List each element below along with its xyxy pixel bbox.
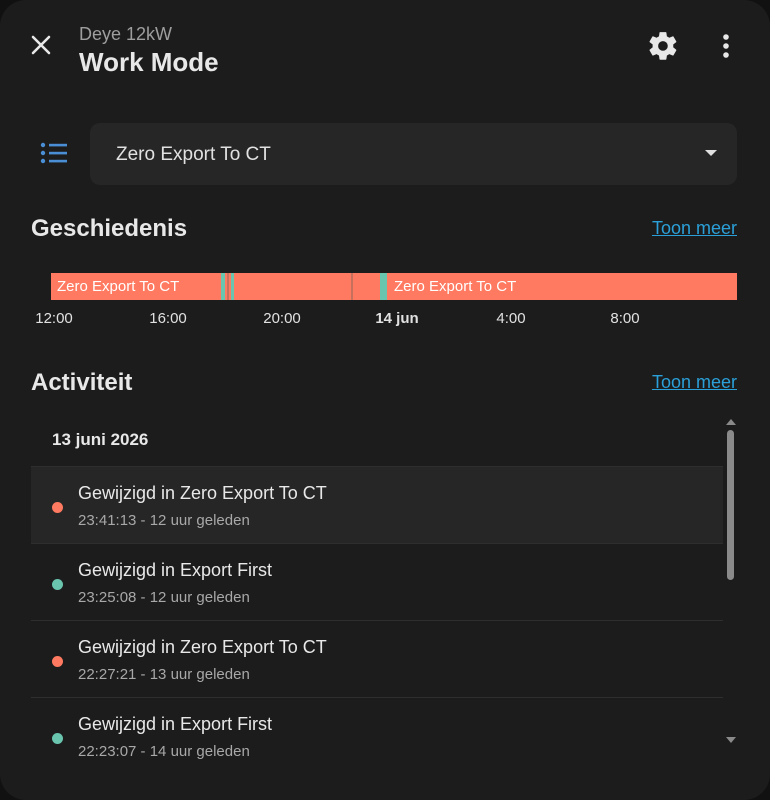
status-dot bbox=[52, 579, 63, 590]
list-icon bbox=[38, 140, 70, 168]
scrollbar-thumb[interactable] bbox=[727, 430, 734, 580]
history-title: Geschiedenis bbox=[31, 215, 188, 242]
log-time: 23:25:08 - 12 uur geleden bbox=[78, 589, 250, 606]
timeline-tick: 8:00 bbox=[610, 310, 640, 327]
log-time: 22:23:07 - 14 uur geleden bbox=[78, 743, 250, 760]
entity-subtitle: Deye 12kW bbox=[79, 24, 173, 44]
list-item[interactable]: Gewijzigd in Export First 22:23:07 - 14 … bbox=[31, 697, 723, 774]
history-timeline[interactable]: Zero Export To CT Zero Export To CT bbox=[51, 273, 737, 300]
activity-list[interactable]: Gewijzigd in Zero Export To CT 23:41:13 … bbox=[31, 466, 723, 800]
gear-icon bbox=[649, 32, 677, 60]
more-options-button[interactable] bbox=[708, 28, 744, 64]
status-dot bbox=[52, 502, 63, 513]
timeline-segment[interactable] bbox=[227, 273, 229, 300]
timeline-segment[interactable] bbox=[231, 273, 234, 300]
scroll-up-arrow[interactable] bbox=[726, 419, 736, 425]
log-time: 23:41:13 - 12 uur geleden bbox=[78, 512, 250, 529]
activity-show-more-link[interactable]: Toon meer bbox=[652, 372, 737, 393]
chevron-down-icon bbox=[705, 150, 717, 156]
scroll-down-arrow[interactable] bbox=[726, 737, 736, 743]
list-item[interactable]: Gewijzigd in Zero Export To CT 23:41:13 … bbox=[31, 466, 723, 543]
dialog: Deye 12kW Work Mode Zero Export To CT Ge… bbox=[0, 0, 770, 800]
log-message: Gewijzigd in Zero Export To CT bbox=[78, 483, 327, 503]
work-mode-select[interactable]: Zero Export To CT bbox=[90, 123, 737, 185]
close-icon bbox=[31, 35, 51, 55]
timeline-label: Zero Export To CT bbox=[57, 278, 180, 295]
status-dot bbox=[52, 733, 63, 744]
dialog-header: Deye 12kW Work Mode bbox=[0, 0, 770, 100]
log-message: Gewijzigd in Zero Export To CT bbox=[78, 637, 327, 657]
status-dot bbox=[52, 656, 63, 667]
list-item[interactable]: Gewijzigd in Zero Export To CT 22:27:21 … bbox=[31, 620, 723, 697]
timeline-tick: 20:00 bbox=[263, 310, 301, 327]
timeline-tick: 16:00 bbox=[149, 310, 187, 327]
timeline-tick: 4:00 bbox=[496, 310, 526, 327]
close-button[interactable] bbox=[22, 26, 60, 64]
timeline-label: Zero Export To CT bbox=[394, 278, 517, 295]
dialog-title: Work Mode bbox=[79, 47, 219, 77]
more-vertical-icon bbox=[723, 34, 729, 58]
log-message: Gewijzigd in Export First bbox=[78, 560, 273, 580]
timeline-tick: 14 jun bbox=[375, 310, 419, 327]
activity-date-header: 13 juni 2026 bbox=[52, 430, 149, 449]
list-item[interactable]: Gewijzigd in Export First 23:25:08 - 12 … bbox=[31, 543, 723, 620]
log-time: 22:27:21 - 13 uur geleden bbox=[78, 666, 250, 683]
select-value: Zero Export To CT bbox=[116, 144, 271, 165]
timeline-segment[interactable] bbox=[380, 273, 387, 300]
history-show-more-link[interactable]: Toon meer bbox=[652, 218, 737, 239]
timeline-tick: 12:00 bbox=[35, 310, 73, 327]
settings-button[interactable] bbox=[645, 28, 681, 64]
timeline-segment[interactable] bbox=[221, 273, 225, 300]
log-message: Gewijzigd in Export First bbox=[78, 714, 273, 734]
activity-title: Activiteit bbox=[31, 369, 133, 396]
timeline-segment[interactable] bbox=[351, 273, 353, 300]
